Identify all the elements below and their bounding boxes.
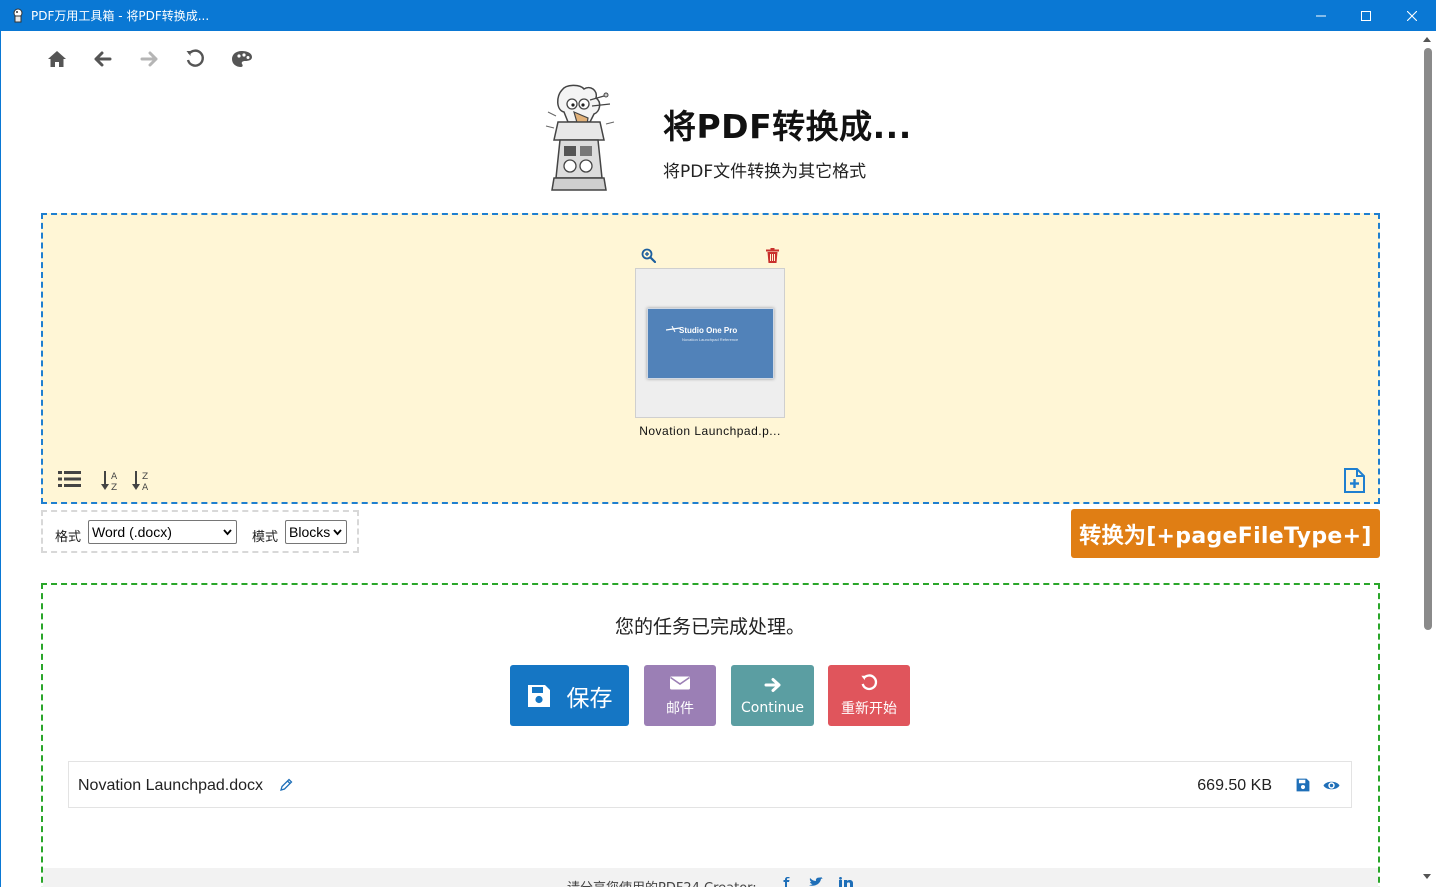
thumbnail-title: Studio One Pro <box>679 326 738 335</box>
envelope-icon <box>670 676 690 689</box>
output-file-size: 669.50 KB <box>1197 777 1272 794</box>
refresh-icon <box>186 49 204 67</box>
list-view-icon <box>57 471 81 487</box>
scroll-up-arrow-icon[interactable] <box>1423 37 1431 42</box>
thumbnail-subtitle: Novation Launchpad Reference <box>682 337 739 342</box>
save-button-label: 保存 <box>566 685 613 712</box>
add-file-icon <box>1344 467 1365 493</box>
output-file-name: Novation Launchpad.docx <box>78 777 264 794</box>
close-button[interactable] <box>1389 0 1435 31</box>
app-icon <box>13 8 23 23</box>
svg-text:Z: Z <box>142 472 148 482</box>
page-subtitle: 将PDF文件转换为其它格式 <box>663 162 867 182</box>
window-title: PDF万用工具箱 - 将PDF转换成... <box>31 9 210 23</box>
scroll-down-arrow-icon[interactable] <box>1423 874 1431 879</box>
mascot-illustration <box>545 84 615 191</box>
svg-text:A: A <box>142 483 149 491</box>
pdf-page-preview: Studio One Pro Novation Launchpad Refere… <box>647 308 774 379</box>
restart-button-label: 重新开始 <box>841 700 897 717</box>
forward-arrow-icon <box>140 51 158 67</box>
restart-button[interactable]: 重新开始 <box>828 665 910 726</box>
maximize-icon <box>1361 10 1371 21</box>
window-titlebar: PDF万用工具箱 - 将PDF转换成... <box>0 0 1436 31</box>
close-icon <box>1407 10 1417 21</box>
sort-az-button[interactable]: A Z <box>99 469 121 491</box>
conversion-options: 格式 Word (.docx) 模式 Blocks <box>41 510 359 553</box>
pencil-edit-icon[interactable] <box>279 778 293 792</box>
back-button[interactable] <box>92 48 114 70</box>
arrow-right-icon <box>764 677 781 692</box>
share-text: 请分享您使用的PDF24 Creator: <box>567 877 757 887</box>
add-file-button[interactable] <box>1342 467 1366 493</box>
svg-text:A: A <box>111 472 118 482</box>
mail-button-label: 邮件 <box>666 700 694 717</box>
chevron-down-icon <box>333 529 342 536</box>
scroll-thumb[interactable] <box>1424 48 1432 630</box>
save-icon <box>527 684 550 707</box>
svg-text:Z: Z <box>111 483 117 491</box>
theme-button[interactable] <box>231 48 253 70</box>
maximize-button[interactable] <box>1343 0 1389 31</box>
back-arrow-icon <box>94 51 112 67</box>
zoom-in-icon <box>641 248 656 263</box>
save-button[interactable]: 保存 <box>510 665 629 726</box>
delete-file-button[interactable] <box>765 247 780 263</box>
sort-za-button[interactable]: Z A <box>130 469 152 491</box>
format-select[interactable]: Word (.docx) <box>88 520 237 544</box>
trash-icon <box>766 247 779 263</box>
vertical-scrollbar[interactable] <box>1419 31 1436 887</box>
mail-button[interactable]: 邮件 <box>644 665 716 726</box>
output-file-row: Novation Launchpad.docx 669.50 KB <box>68 761 1352 808</box>
page-title: 将PDF转换成... <box>663 107 912 146</box>
refresh-button[interactable] <box>184 48 206 70</box>
forward-button[interactable] <box>138 48 160 70</box>
chevron-down-icon <box>223 529 232 536</box>
format-label: 格式 <box>55 530 82 545</box>
studio-one-logo-icon <box>666 326 680 332</box>
sort-za-icon: Z A <box>132 470 149 491</box>
continue-button-label: Continue <box>741 699 804 716</box>
mode-label: 模式 <box>252 530 279 545</box>
format-select-value: Word (.docx) <box>92 524 172 540</box>
input-file-name: Novation Launchpad.p... <box>639 424 781 438</box>
sort-az-icon: A Z <box>101 470 118 491</box>
palette-icon <box>232 51 252 67</box>
continue-button[interactable]: Continue <box>731 665 814 726</box>
facebook-icon[interactable] <box>781 877 791 887</box>
home-button[interactable] <box>46 48 68 70</box>
save-file-icon[interactable] <box>1296 778 1310 792</box>
home-icon <box>48 51 66 67</box>
list-view-button[interactable] <box>57 469 81 489</box>
task-complete-message: 您的任务已完成处理。 <box>614 616 805 638</box>
eye-preview-icon[interactable] <box>1323 779 1340 792</box>
mode-select[interactable]: Blocks <box>285 520 347 544</box>
twitter-icon[interactable] <box>808 877 824 887</box>
file-thumbnail-card[interactable]: Studio One Pro Novation Launchpad Refere… <box>635 268 785 418</box>
minimize-icon <box>1316 15 1326 16</box>
restart-icon <box>861 673 878 690</box>
zoom-preview-button[interactable] <box>640 247 656 263</box>
mode-select-value: Blocks <box>289 524 331 540</box>
minimize-button[interactable] <box>1298 0 1344 31</box>
linkedin-icon[interactable] <box>838 877 854 887</box>
convert-button[interactable]: 转换为[+pageFileType+] <box>1071 509 1380 558</box>
